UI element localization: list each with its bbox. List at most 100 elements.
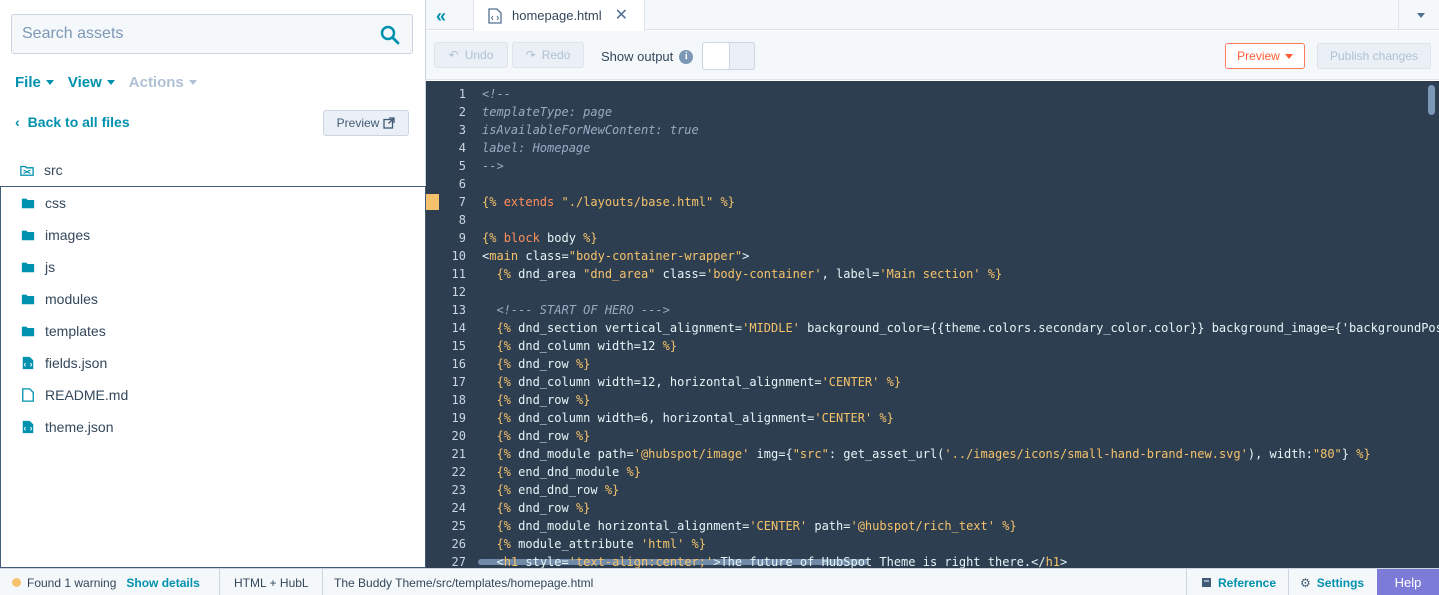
code-line[interactable]: {% dnd_module path='@hubspot/image' img=… [482,445,1370,463]
code-line[interactable]: {% dnd_column width=6, horizontal_alignm… [482,409,893,427]
vertical-scrollbar[interactable] [1428,85,1435,115]
line-number: 15 [451,339,466,353]
tab-bar: « homepage.html ✕ [426,0,1439,31]
menu-actions[interactable]: Actions [129,72,197,92]
tree-item-js[interactable]: js [1,251,425,283]
collapse-sidebar-icon[interactable]: « [436,6,446,27]
language-label: HTML + HubL [234,575,309,590]
code-line[interactable]: {% dnd_area "dnd_area" class='body-conta… [482,265,1002,283]
reference-button[interactable]: Reference [1201,569,1276,595]
redo-button[interactable]: ↷ Redo [512,42,584,68]
caret-down-icon [106,79,115,85]
line-number: 11 [451,267,466,281]
tree-root-src[interactable]: src [0,154,426,186]
code-line[interactable]: <h1 style='text-align:center;'>The futur… [482,553,1067,568]
code-line[interactable]: {% block body %} [482,229,598,247]
sidebar-preview-label: Preview [336,116,380,130]
editor-panel: « homepage.html ✕ ↶ Undo ↷ Redo Show out… [426,0,1439,568]
warning-dot-icon [12,578,21,587]
code-line[interactable]: {% dnd_row %} [482,499,590,517]
reference-label: Reference [1218,575,1277,590]
search-icon[interactable] [380,25,400,45]
line-number: 7 [458,195,466,209]
preview-label: Preview [1237,49,1280,63]
code-line[interactable]: {% dnd_row %} [482,427,590,445]
help-label: Help [1394,575,1422,590]
code-line[interactable]: {% end_dnd_row %} [482,481,619,499]
line-number: 9 [458,231,466,245]
undo-button[interactable]: ↶ Undo [434,42,508,68]
tabs-dropdown-icon[interactable] [1417,13,1425,18]
file-path: The Buddy Theme/src/templates/homepage.h… [334,569,593,595]
caret-down-icon [45,79,54,85]
external-link-icon [383,117,395,129]
help-button[interactable]: Help [1377,569,1439,595]
tree-item-templates[interactable]: templates [1,315,425,347]
code-line[interactable]: {% dnd_section vertical_alignment='MIDDL… [482,319,1439,337]
json-file-icon [22,420,34,434]
line-number: 13 [451,303,466,317]
line-number: 1 [458,87,466,101]
code-line[interactable]: {% dnd_column width=12, horizontal_align… [482,373,901,391]
tab-label: homepage.html [512,8,602,23]
line-number: 26 [451,537,466,551]
warning-status: Found 1 warning Show details [12,569,200,595]
sidebar-preview-button[interactable]: Preview [323,110,409,136]
menu-file[interactable]: File [15,72,54,92]
folder-icon [21,262,35,273]
tree-item-readme[interactable]: README.md [1,379,425,411]
show-output-toggle[interactable] [702,42,755,70]
line-number: 25 [451,519,466,533]
theme-folder-icon [20,165,34,176]
line-number: 8 [458,213,466,227]
preview-button[interactable]: Preview [1225,43,1305,69]
info-icon[interactable]: i [679,49,694,64]
html-file-icon [488,7,502,24]
code-editor[interactable]: 1 <!-- 2 templateType: page 3 isAvailableForN… [426,81,1439,568]
code-line[interactable]: <main class="body-container-wrapper"> [482,247,749,265]
back-to-all-files-link[interactable]: ‹ Back to all files [15,114,130,130]
tab-divider [1398,0,1399,30]
search-input[interactable] [12,15,372,53]
settings-button[interactable]: ⚙ Settings [1300,569,1364,595]
code-line[interactable]: <!-- [482,85,511,103]
menu-view[interactable]: View [68,72,115,92]
show-details-link[interactable]: Show details [126,576,199,590]
code-line[interactable]: {% dnd_row %} [482,355,590,373]
line-number: 21 [451,447,466,461]
book-icon [1202,578,1211,587]
code-line[interactable]: {% module_attribute 'html' %} [482,535,706,553]
gear-icon: ⚙ [1300,575,1311,590]
file-path-label: The Buddy Theme/src/templates/homepage.h… [334,575,594,590]
code-line[interactable]: templateType: page [482,103,612,121]
code-line[interactable]: {% extends "./layouts/base.html" %} [482,193,735,211]
tree-item-css[interactable]: css [1,187,425,219]
code-line[interactable]: isAvailableForNewContent: true [482,121,699,139]
line-number: 5 [458,159,466,173]
close-icon[interactable]: ✕ [615,5,628,25]
file-tree: css images js modules templates fields.j… [0,186,426,568]
chevron-left-icon: ‹ [15,114,20,130]
status-bar: Found 1 warning Show details HTML + HubL… [0,568,1439,595]
code-line[interactable]: --> [482,157,504,175]
code-line[interactable]: {% dnd_row %} [482,391,590,409]
tree-item-fields-json[interactable]: fields.json [1,347,425,379]
json-file-icon [22,356,34,370]
code-line[interactable]: <!--- START OF HERO ---> [482,301,669,319]
code-line[interactable]: {% dnd_module horizontal_alignment='CENT… [482,517,1016,535]
line-number: 6 [458,177,466,191]
line-number: 18 [451,393,466,407]
tree-item-theme-json[interactable]: theme.json [1,411,425,443]
tree-item-images[interactable]: images [1,219,425,251]
caret-down-icon [188,79,197,85]
toggle-knob [703,43,730,69]
code-line[interactable]: {% dnd_column width=12 %} [482,337,677,355]
code-line[interactable]: label: Homepage [482,139,590,157]
publish-label: Publish changes [1329,49,1419,63]
code-line[interactable]: {% end_dnd_module %} [482,463,641,481]
folder-icon [21,198,35,209]
publish-changes-button[interactable]: Publish changes [1317,43,1431,69]
tree-item-modules[interactable]: modules [1,283,425,315]
tab-homepage[interactable]: homepage.html ✕ [473,0,645,31]
tree-item-label: css [45,195,66,211]
